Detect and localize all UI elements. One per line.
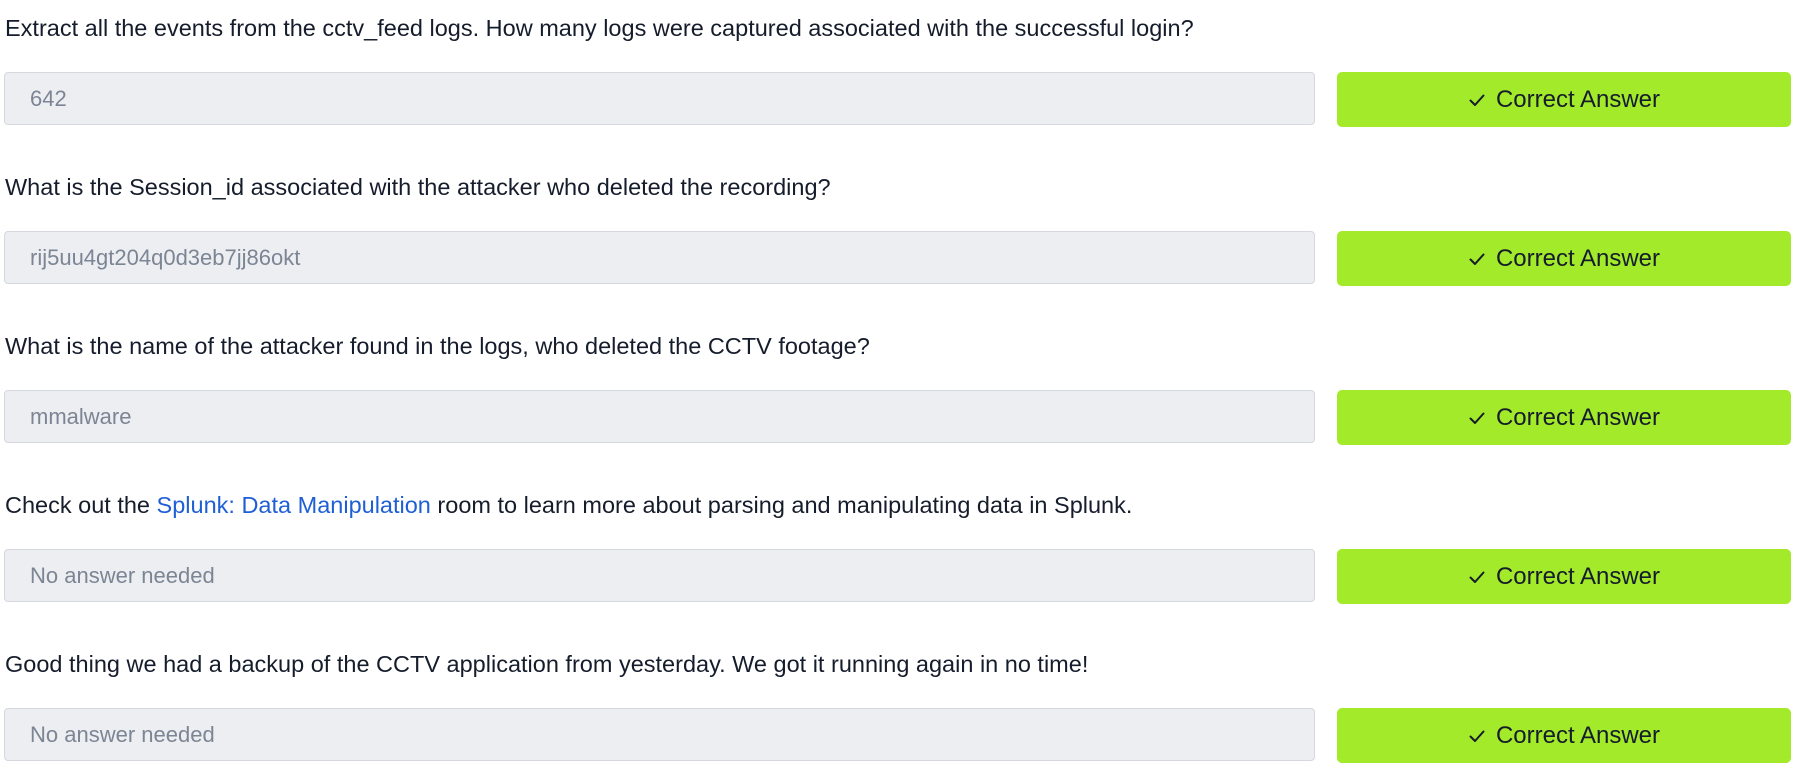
question-list: Extract all the events from the cctv_fee… [0,0,1810,781]
question-text-4: Check out the Splunk: Data Manipulation … [5,489,1132,521]
answer-field-3[interactable] [4,390,1315,443]
correct-answer-button-1[interactable]: Correct Answer [1337,72,1791,127]
answer-field-5[interactable] [4,708,1315,761]
check-icon [1468,409,1486,427]
correct-answer-label: Correct Answer [1495,721,1661,749]
question-block-5: Good thing we had a backup of the CCTV a… [0,648,1810,781]
splunk-data-manipulation-link[interactable]: Splunk: Data Manipulation [157,492,431,518]
check-icon [1468,250,1486,268]
question-text-3: What is the name of the attacker found i… [5,333,870,359]
question-text-4-after: room to learn more about parsing and man… [430,492,1133,518]
answer-field-4[interactable] [4,549,1315,602]
check-icon [1468,91,1486,109]
question-text-1: Extract all the events from the cctv_fee… [5,15,1194,41]
correct-answer-label: Correct Answer [1495,562,1661,590]
check-icon [1468,568,1486,586]
question-text-5: Good thing we had a backup of the CCTV a… [5,651,1089,677]
correct-answer-button-4[interactable]: Correct Answer [1337,549,1791,604]
question-block-4: Check out the Splunk: Data Manipulation … [0,489,1810,639]
correct-answer-label: Correct Answer [1495,85,1661,113]
question-block-1: Extract all the events from the cctv_fee… [0,12,1810,162]
question-block-2: What is the Session_id associated with t… [0,171,1810,321]
correct-answer-label: Correct Answer [1495,403,1661,431]
question-block-3: What is the name of the attacker found i… [0,330,1810,480]
correct-answer-button-2[interactable]: Correct Answer [1337,231,1791,286]
question-text-2: What is the Session_id associated with t… [5,174,831,200]
answer-field-2[interactable] [4,231,1315,284]
correct-answer-label: Correct Answer [1495,244,1661,272]
question-text-4-before: Check out the [5,492,157,518]
correct-answer-button-5[interactable]: Correct Answer [1337,708,1791,763]
check-icon [1468,727,1486,745]
answer-field-1[interactable] [4,72,1315,125]
correct-answer-button-3[interactable]: Correct Answer [1337,390,1791,445]
